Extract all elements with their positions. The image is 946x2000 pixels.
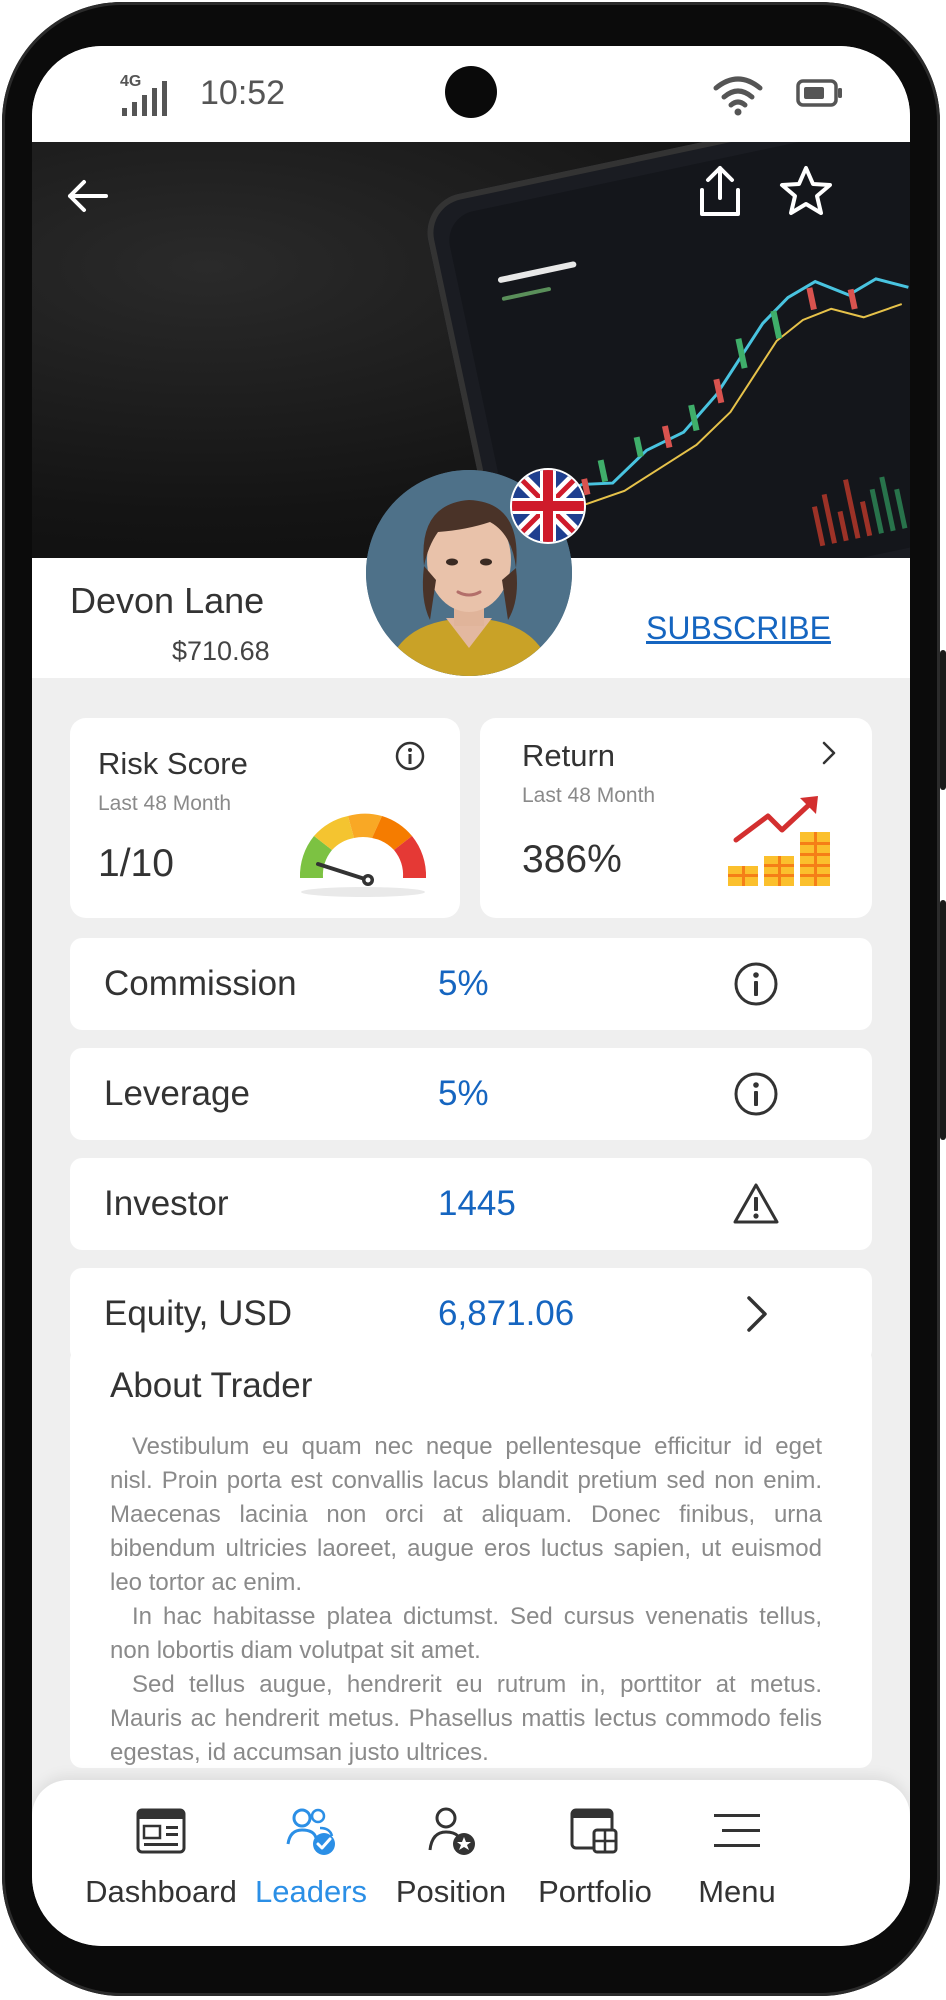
about-title: About Trader xyxy=(110,1366,313,1405)
info-icon[interactable] xyxy=(732,1070,780,1118)
return-value: 386% xyxy=(522,838,622,881)
about-paragraph: Vestibulum eu quam nec neque pellentesqu… xyxy=(110,1433,822,1596)
share-icon[interactable] xyxy=(692,162,748,222)
return-card-title: Return xyxy=(522,738,616,773)
front-camera xyxy=(445,66,497,118)
stat-value: 1445 xyxy=(438,1184,516,1223)
nav-menu[interactable]: Menu xyxy=(652,1804,822,1924)
device-frame: 4G 10:52 Devon Lane $710.68 SUBSCRIBE Ri… xyxy=(0,0,946,2000)
about-paragraph: Sed tellus augue, hendrerit eu rutrum in… xyxy=(110,1671,822,1766)
risk-score-value: 1/10 xyxy=(98,842,174,885)
risk-card-period: Last 48 Month xyxy=(98,792,232,815)
leaders-icon xyxy=(286,1808,335,1855)
country-flag-icon xyxy=(512,470,584,542)
stat-label: Investor xyxy=(104,1184,229,1223)
network-type-label: 4G xyxy=(120,73,141,90)
stat-value: 5% xyxy=(438,1074,489,1113)
stat-label: Leverage xyxy=(104,1074,250,1113)
nav-dashboard[interactable]: Dashboard xyxy=(76,1804,246,1924)
stat-value: 6,871.06 xyxy=(438,1294,575,1333)
menu-icon xyxy=(714,1814,760,1847)
back-arrow-icon[interactable] xyxy=(58,166,118,226)
nav-label: Menu xyxy=(698,1874,776,1909)
info-icon[interactable] xyxy=(732,960,780,1008)
star-icon[interactable] xyxy=(776,162,836,222)
portfolio-icon xyxy=(570,1808,618,1854)
about-paragraph: In hac habitasse platea dictumst. Sed cu… xyxy=(110,1603,822,1664)
stat-label: Commission xyxy=(104,964,297,1003)
wifi-icon xyxy=(713,76,763,116)
position-icon xyxy=(428,1807,475,1855)
subscribe-link[interactable]: SUBSCRIBE xyxy=(646,610,831,647)
info-icon[interactable] xyxy=(394,740,426,772)
about-text: Vestibulum eu quam nec neque pellentesqu… xyxy=(110,1430,822,1768)
stat-label: Equity, USD xyxy=(104,1294,293,1333)
trader-name: Devon Lane xyxy=(70,580,265,621)
risk-card-title: Risk Score xyxy=(98,746,248,781)
risk-score-card[interactable]: Risk Score Last 48 Month 1/10 xyxy=(70,718,460,918)
stat-row-investor[interactable]: Investor 1445 xyxy=(70,1158,872,1250)
return-card-period: Last 48 Month xyxy=(522,784,656,807)
stat-row-commission[interactable]: Commission 5% xyxy=(70,938,872,1030)
volume-button xyxy=(940,900,946,1140)
clock: 10:52 xyxy=(200,74,286,112)
bottom-navigation: Dashboard Leaders Position Portfolio Men… xyxy=(32,1780,910,1946)
dashboard-icon xyxy=(136,1808,186,1854)
growth-chart-icon xyxy=(728,796,830,886)
risk-gauge-icon xyxy=(299,813,427,897)
warning-icon[interactable] xyxy=(732,1180,780,1228)
stat-value: 5% xyxy=(438,964,489,1003)
stat-row-leverage[interactable]: Leverage 5% xyxy=(70,1048,872,1140)
nav-label: Dashboard xyxy=(85,1874,237,1909)
chevron-right-icon[interactable] xyxy=(732,1290,780,1338)
power-button xyxy=(940,650,946,790)
status-bar: 4G 10:52 xyxy=(32,46,910,142)
cellular-signal-icon: 4G xyxy=(120,73,167,116)
app-screen: 4G 10:52 Devon Lane $710.68 SUBSCRIBE Ri… xyxy=(32,46,910,1946)
chevron-right-icon[interactable] xyxy=(816,738,842,768)
trader-balance: $710.68 xyxy=(172,636,270,666)
about-trader-section: About Trader Vestibulum eu quam nec nequ… xyxy=(70,1348,872,1768)
battery-icon xyxy=(796,79,842,107)
return-card[interactable]: Return Last 48 Month 386% xyxy=(480,718,872,918)
